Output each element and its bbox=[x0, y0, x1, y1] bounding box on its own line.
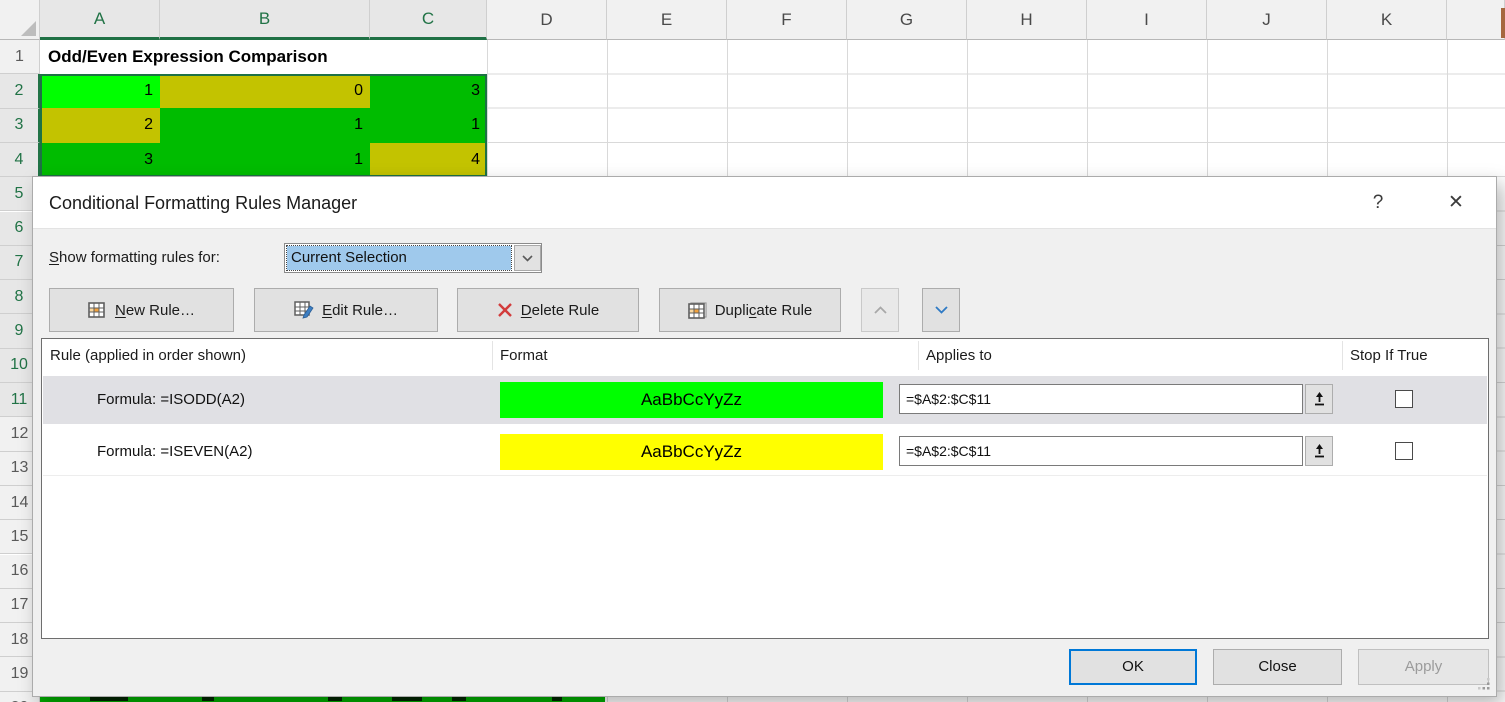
collapse-dialog-icon bbox=[1313, 392, 1326, 406]
help-icon[interactable]: ? bbox=[1355, 177, 1401, 229]
header-separator bbox=[492, 341, 493, 370]
cell-A2[interactable]: 1 bbox=[40, 74, 160, 108]
edit-rule-label: Edit Rule… bbox=[322, 302, 398, 319]
close-button[interactable]: Close bbox=[1213, 649, 1342, 685]
column-header-J[interactable]: J bbox=[1207, 0, 1327, 40]
format-preview: AaBbCcYyZz bbox=[500, 382, 883, 418]
duplicate-rule-grid-icon bbox=[688, 302, 707, 319]
cell-C2[interactable]: 3 bbox=[370, 74, 487, 108]
list-header-applies-to: Applies to bbox=[926, 339, 992, 372]
row-header-1[interactable]: 1 bbox=[0, 40, 40, 74]
format-preview: AaBbCcYyZz bbox=[500, 434, 883, 470]
collapse-dialog-button[interactable] bbox=[1305, 384, 1333, 414]
duplicate-rule-button[interactable]: Duplicate Rule bbox=[659, 288, 841, 332]
cell-C4[interactable]: 4 bbox=[370, 143, 487, 177]
row-header-3[interactable]: 3 bbox=[0, 109, 40, 143]
show-formatting-rules-label: Show formatting rules for: bbox=[49, 243, 220, 273]
collapse-dialog-icon bbox=[1313, 444, 1326, 458]
chevron-down-icon bbox=[522, 255, 533, 262]
sheet-title-cell[interactable]: Odd/Even Expression Comparison bbox=[40, 40, 487, 74]
cell-B2[interactable]: 0 bbox=[160, 74, 370, 108]
edit-rule-button[interactable]: Edit Rule… bbox=[254, 288, 438, 332]
list-header-stop-if-true: Stop If True bbox=[1350, 339, 1428, 372]
list-header-rule: Rule (applied in order shown) bbox=[50, 339, 246, 372]
dropdown-selected-value: Current Selection bbox=[287, 246, 511, 270]
column-header-F[interactable]: F bbox=[727, 0, 847, 40]
row-header-4[interactable]: 4 bbox=[0, 143, 40, 177]
cell-C3[interactable]: 1 bbox=[370, 108, 487, 143]
apply-button[interactable]: Apply bbox=[1358, 649, 1489, 685]
applies-to-group bbox=[899, 384, 1333, 414]
screen-edge-artifact bbox=[1501, 8, 1505, 38]
clipped-text-mark bbox=[552, 697, 562, 701]
cell-A4[interactable]: 3 bbox=[40, 143, 160, 177]
resize-grip[interactable] bbox=[1477, 677, 1491, 691]
move-rule-down-button[interactable] bbox=[922, 288, 960, 332]
delete-rule-label: Delete Rule bbox=[521, 302, 599, 319]
header-separator bbox=[918, 341, 919, 370]
clipped-text-mark bbox=[328, 697, 342, 701]
rule-row-isodd[interactable]: Formula: =ISODD(A2) AaBbCcYyZz bbox=[43, 376, 1487, 424]
header-separator bbox=[1342, 341, 1343, 370]
rules-list: Rule (applied in order shown) Format App… bbox=[41, 338, 1489, 639]
select-all-corner[interactable] bbox=[0, 0, 40, 40]
chevron-down-icon bbox=[935, 306, 948, 314]
cell-B3[interactable]: 1 bbox=[160, 108, 370, 143]
rule-row-iseven[interactable]: Formula: =ISEVEN(A2) AaBbCcYyZz bbox=[43, 428, 1487, 476]
conditional-formatting-rules-manager-dialog: Conditional Formatting Rules Manager ? ✕… bbox=[32, 176, 1497, 697]
new-rule-button[interactable]: New Rule… bbox=[49, 288, 234, 332]
delete-rule-x-icon bbox=[497, 302, 513, 318]
cell-A3[interactable]: 2 bbox=[40, 108, 160, 143]
column-header-partial[interactable] bbox=[1447, 0, 1505, 40]
applies-to-input[interactable] bbox=[899, 384, 1303, 414]
clipped-text-mark bbox=[392, 697, 422, 701]
clipped-text-mark bbox=[452, 697, 466, 701]
select-all-triangle-icon bbox=[21, 21, 36, 36]
list-header-format: Format bbox=[500, 339, 548, 372]
clipped-text-mark bbox=[202, 697, 214, 701]
stop-if-true-checkbox[interactable] bbox=[1395, 442, 1413, 460]
dialog-title: Conditional Formatting Rules Manager bbox=[49, 177, 357, 229]
column-header-I[interactable]: I bbox=[1087, 0, 1207, 40]
column-header-K[interactable]: K bbox=[1327, 0, 1447, 40]
row-header-2[interactable]: 2 bbox=[0, 74, 40, 108]
close-icon[interactable]: ✕ bbox=[1433, 177, 1479, 229]
cell-B4[interactable]: 1 bbox=[160, 143, 370, 177]
new-rule-label: New Rule… bbox=[115, 302, 195, 319]
show-rules-for-dropdown[interactable]: Current Selection bbox=[284, 243, 542, 273]
clipped-text-mark bbox=[90, 697, 128, 701]
ok-button[interactable]: OK bbox=[1069, 649, 1197, 685]
column-header-B[interactable]: B bbox=[160, 0, 370, 40]
column-header-D[interactable]: D bbox=[487, 0, 607, 40]
chevron-up-icon bbox=[874, 306, 887, 314]
applies-to-input[interactable] bbox=[899, 436, 1303, 466]
new-rule-grid-icon bbox=[88, 302, 107, 319]
move-rule-up-button[interactable] bbox=[861, 288, 899, 332]
column-header-H[interactable]: H bbox=[967, 0, 1087, 40]
duplicate-rule-label: Duplicate Rule bbox=[715, 302, 813, 319]
edit-rule-pencil-icon bbox=[294, 301, 314, 319]
column-header-A[interactable]: A bbox=[40, 0, 160, 40]
column-header-G[interactable]: G bbox=[847, 0, 967, 40]
delete-rule-button[interactable]: Delete Rule bbox=[457, 288, 639, 332]
column-header-C[interactable]: C bbox=[370, 0, 487, 40]
collapse-dialog-button[interactable] bbox=[1305, 436, 1333, 466]
stop-if-true-checkbox[interactable] bbox=[1395, 390, 1413, 408]
dropdown-button[interactable] bbox=[514, 245, 541, 271]
column-header-E[interactable]: E bbox=[607, 0, 727, 40]
applies-to-group bbox=[899, 436, 1333, 466]
